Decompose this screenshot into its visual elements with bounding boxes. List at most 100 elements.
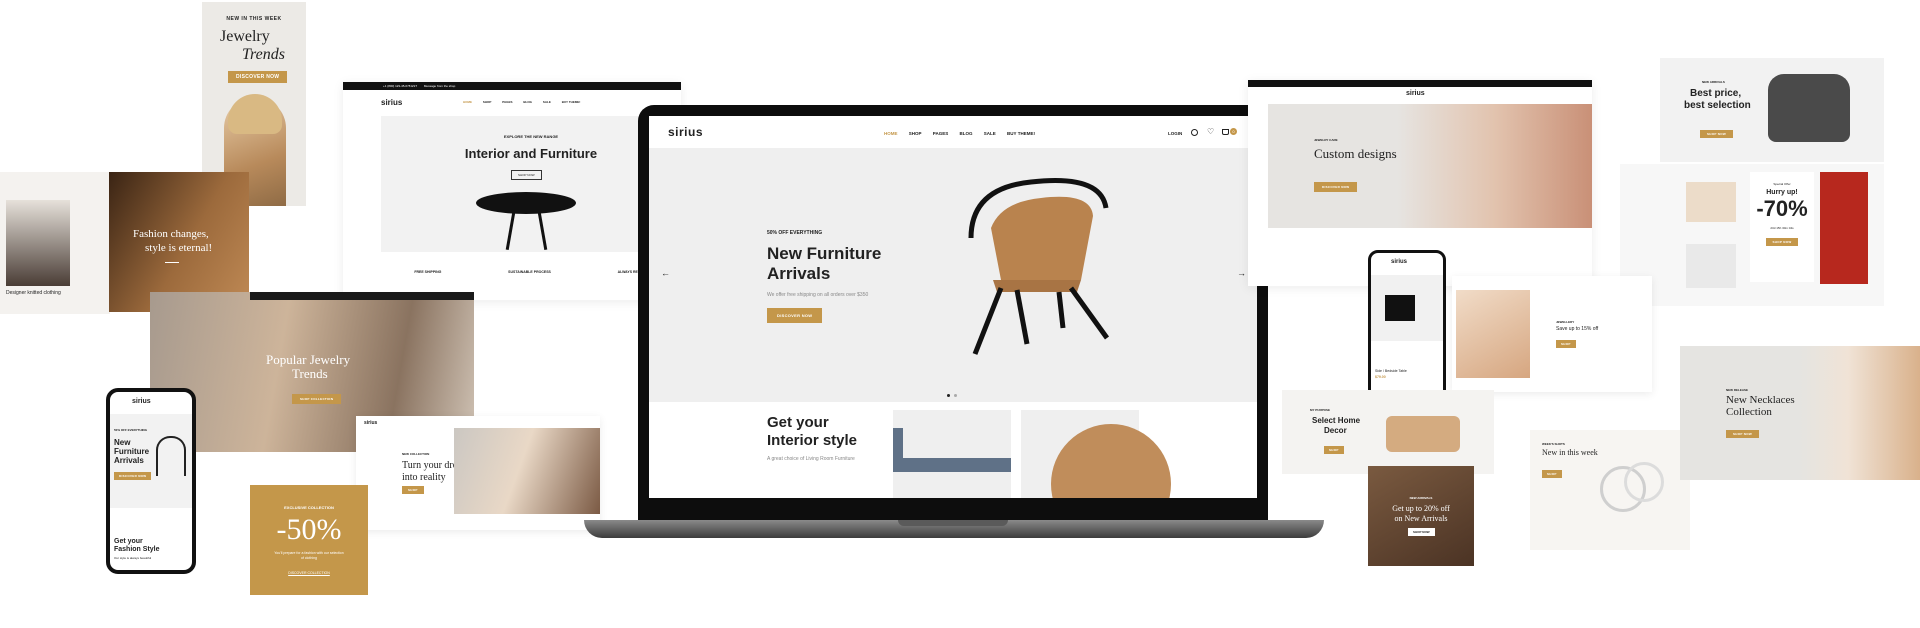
sale-text: You'll prepare for a fashion with our se… [274, 551, 344, 560]
phone-left-line2: Furniture [114, 447, 150, 456]
hero-subtitle: We offer free shipping on all orders ove… [767, 292, 869, 298]
jewelry-trends-line2: Trends [242, 46, 285, 63]
hurry-kicker: Special Offer [1773, 182, 1791, 186]
save-card: JEWELLERY Save up to 15% off SHOP [1452, 276, 1652, 392]
necklaces-kicker: NEW RELEASE [1726, 388, 1749, 392]
laptop-screen: sirius HOME SHOP PAGES BLOG SALE BUY THE… [649, 116, 1257, 498]
week-title: New in this week [1542, 448, 1598, 457]
sale-value: -50% [276, 513, 342, 546]
best-price-card: NEW ARRIVALS Best price, best selection … [1660, 58, 1884, 162]
sale-kicker: EXCLUSIVE COLLECTION [284, 505, 334, 510]
necklaces-card: NEW RELEASE New Necklaces Collection SHO… [1680, 346, 1920, 480]
arrivals-kicker: NEW ARRIVALS [1409, 496, 1433, 500]
interior-nav: HOME SHOP PAGES BLOG SALE BUY THEME! [463, 100, 590, 104]
popular-line2: Trends [292, 366, 328, 381]
interior-nav-home[interactable]: HOME [463, 100, 472, 104]
best-price-button[interactable]: SHOP NOW [1700, 130, 1734, 138]
arrivals-line1: Get up to 20% off [1392, 504, 1450, 513]
phone-right-price: $79.00 [1375, 375, 1386, 379]
vase-photo [1686, 182, 1736, 222]
nav-buy-theme[interactable]: BUY THEME! [1007, 131, 1035, 136]
phone-right-product: Side / Bedside Table [1375, 369, 1407, 373]
topbar-note: Message from the shop [423, 84, 456, 88]
week-button[interactable]: SHOP [1542, 470, 1562, 478]
section-text: A great choice of Living Room Furniture [767, 456, 855, 462]
slider-next-arrow[interactable]: → [1237, 268, 1246, 278]
popular-topbar [250, 292, 474, 300]
phone-right-logo[interactable]: sirius [1391, 259, 1407, 265]
phone-left-section-text: Our style is always beautiful [114, 556, 152, 560]
sale-link[interactable]: DISCOVER COLLECTION [250, 571, 368, 575]
red-chair [1820, 172, 1868, 284]
phone-left-section1: Get your [114, 538, 143, 545]
week-kicker: WEEK'S SHOTS [1542, 442, 1565, 446]
knitted-caption: Designer knitted clothing [6, 290, 61, 296]
dream-line2: into reality [402, 472, 446, 483]
decor-button[interactable]: SHOP [1324, 446, 1344, 454]
interior-features: FREE SHIPPING SUSTAINABLE PROCESS ALWAYS… [381, 270, 681, 274]
wishlist-icon[interactable]: ♡ [1207, 127, 1214, 136]
slider-prev-arrow[interactable]: ← [661, 268, 670, 278]
phone-right: sirius Side / Bedside Table $79.00 [1368, 250, 1446, 412]
section-title-line1: Get your [767, 414, 829, 431]
custom-button[interactable]: DISCOVER NOW [1314, 182, 1358, 192]
laptop-nav: HOME SHOP PAGES BLOG SALE BUY THEME! [884, 131, 1045, 136]
save-photo [1456, 290, 1530, 378]
wooden-stools [1386, 416, 1460, 452]
armchair [1768, 74, 1850, 142]
interior-nav-blog[interactable]: BLOG [523, 100, 532, 104]
hurry-button[interactable]: SHOP NOW [1766, 238, 1798, 246]
interior-shop-button[interactable]: SHOP NOW [511, 170, 542, 180]
knitted-photo [6, 200, 70, 286]
dream-logo[interactable]: sirius [364, 420, 377, 426]
necklaces-button[interactable]: SHOP NOW [1726, 430, 1760, 438]
popular-button[interactable]: SHOP COLLECTION [292, 394, 342, 404]
cart-icon[interactable] [1222, 129, 1229, 135]
slider-dot[interactable] [954, 394, 957, 397]
phone-left-line3: Arrivals [114, 456, 144, 465]
jewelry-trends-line1: Jewelry [220, 28, 270, 45]
custom-kicker: JEWELRY CARE [1314, 138, 1338, 142]
hero-cta-button[interactable]: DISCOVER NOW [767, 308, 823, 323]
phone-left-line1: New [114, 438, 131, 447]
topbar-phone: +1 (800) 123-45-678 EST [383, 84, 418, 88]
interior-nav-buy[interactable]: BUY THEME! [562, 100, 581, 104]
dream-button[interactable]: SHOP [402, 486, 424, 494]
necklaces-line1: New Necklaces [1726, 394, 1795, 406]
feature-sustainable: SUSTAINABLE PROCESS [508, 270, 551, 274]
phone-left: sirius 50% OFF EVERYTHING New Furniture … [106, 388, 196, 574]
nav-blog[interactable]: BLOG [959, 131, 972, 136]
arrivals-button[interactable]: SHOP NOW [1408, 528, 1435, 536]
slider-dot-active[interactable] [947, 394, 950, 397]
best-price-line2: best selection [1684, 100, 1751, 111]
nav-sale[interactable]: SALE [984, 131, 996, 136]
interior-nav-pages[interactable]: PAGES [502, 100, 512, 104]
nav-shop[interactable]: SHOP [909, 131, 922, 136]
cart-count-badge: 0 [1230, 128, 1237, 135]
interior-nav-sale[interactable]: SALE [543, 100, 551, 104]
laptop-notch [898, 520, 1008, 526]
custom-logo[interactable]: sirius [1406, 90, 1425, 97]
phone-left-hero: 50% OFF EVERYTHING New Furniture Arrival… [110, 414, 192, 508]
jewelry-trends-button[interactable]: DISCOVER NOW [228, 71, 288, 83]
search-icon[interactable] [1191, 129, 1198, 136]
save-kicker: JEWELLERY [1556, 320, 1575, 324]
chair-illustration [968, 177, 1110, 355]
phone-left-logo[interactable]: sirius [132, 398, 151, 405]
sale-card: EXCLUSIVE COLLECTION -50% You'll prepare… [250, 485, 368, 595]
phone-left-button[interactable]: DISCOVER NOW [114, 472, 152, 480]
table-leg [537, 212, 548, 250]
save-button[interactable]: SHOP [1556, 340, 1576, 348]
login-link[interactable]: LOGIN [1168, 131, 1182, 136]
ring-photo-2 [1624, 462, 1664, 502]
interior-logo[interactable]: sirius [381, 98, 402, 107]
laptop-logo[interactable]: sirius [668, 125, 703, 139]
dream-card: sirius NEW COLLECTION Turn your dream in… [356, 416, 600, 530]
timer-hours: 15h [1776, 226, 1782, 230]
nav-home[interactable]: HOME [884, 131, 898, 136]
save-line1: Save up to 15% off [1556, 326, 1599, 332]
table-leg [505, 212, 516, 250]
interior-nav-shop[interactable]: SHOP [483, 100, 492, 104]
decor-kicker: MY PURPOSE [1310, 408, 1330, 412]
nav-pages[interactable]: PAGES [933, 131, 948, 136]
